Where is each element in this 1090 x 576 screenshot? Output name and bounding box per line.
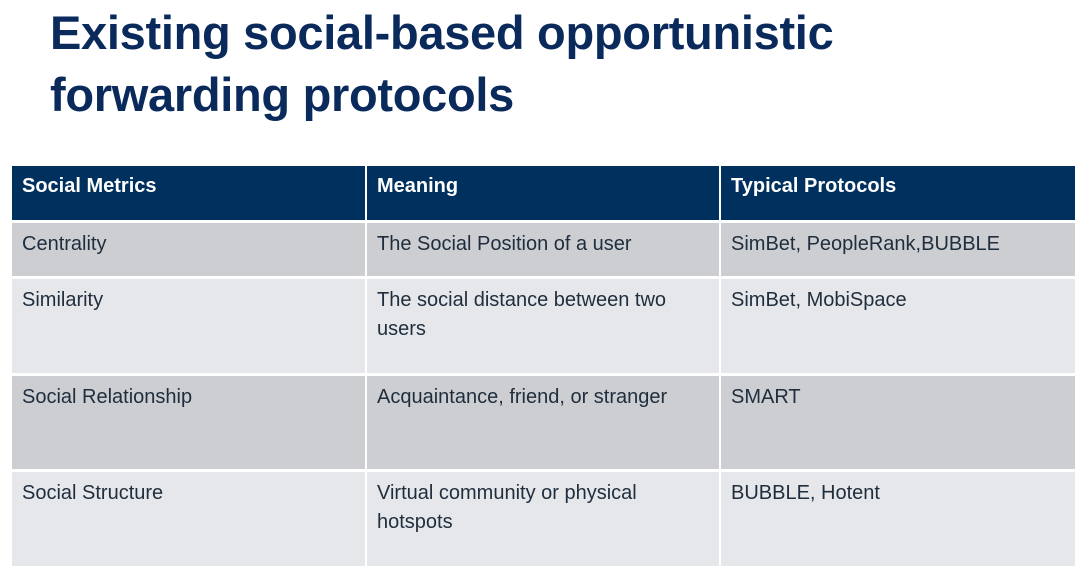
header-social-metrics: Social Metrics (12, 166, 367, 223)
cell-meaning: The Social Position of a user (366, 221, 721, 279)
cell-metric: Social Relationship (12, 374, 367, 472)
table-row: Social Relationship Acquaintance, friend… (12, 374, 1075, 472)
cell-metric: Centrality (12, 221, 367, 279)
cell-protocols: BUBBLE, Hotent (720, 470, 1075, 569)
cell-meaning: Virtual community or physical hotspots (366, 470, 721, 569)
table-row: Centrality The Social Position of a user… (12, 221, 1075, 279)
cell-meaning: The social distance between two users (366, 277, 721, 376)
slide: Existing social-based opportunistic forw… (0, 0, 1090, 576)
cell-meaning: Acquaintance, friend, or stranger (366, 374, 721, 472)
header-typical-protocols: Typical Protocols (720, 166, 1075, 223)
cell-metric: Social Structure (12, 470, 367, 569)
social-metrics-table: Social Metrics Meaning Typical Protocols… (12, 166, 1075, 569)
cell-protocols: SimBet, MobiSpace (720, 277, 1075, 376)
table-header-row: Social Metrics Meaning Typical Protocols (12, 166, 1075, 223)
cell-metric: Similarity (12, 277, 367, 376)
cell-protocols: SimBet, PeopleRank,BUBBLE (720, 221, 1075, 279)
slide-title: Existing social-based opportunistic forw… (50, 6, 834, 121)
table-row: Social Structure Virtual community or ph… (12, 470, 1075, 569)
table-row: Similarity The social distance between t… (12, 277, 1075, 376)
header-meaning: Meaning (366, 166, 721, 223)
cell-protocols: SMART (720, 374, 1075, 472)
